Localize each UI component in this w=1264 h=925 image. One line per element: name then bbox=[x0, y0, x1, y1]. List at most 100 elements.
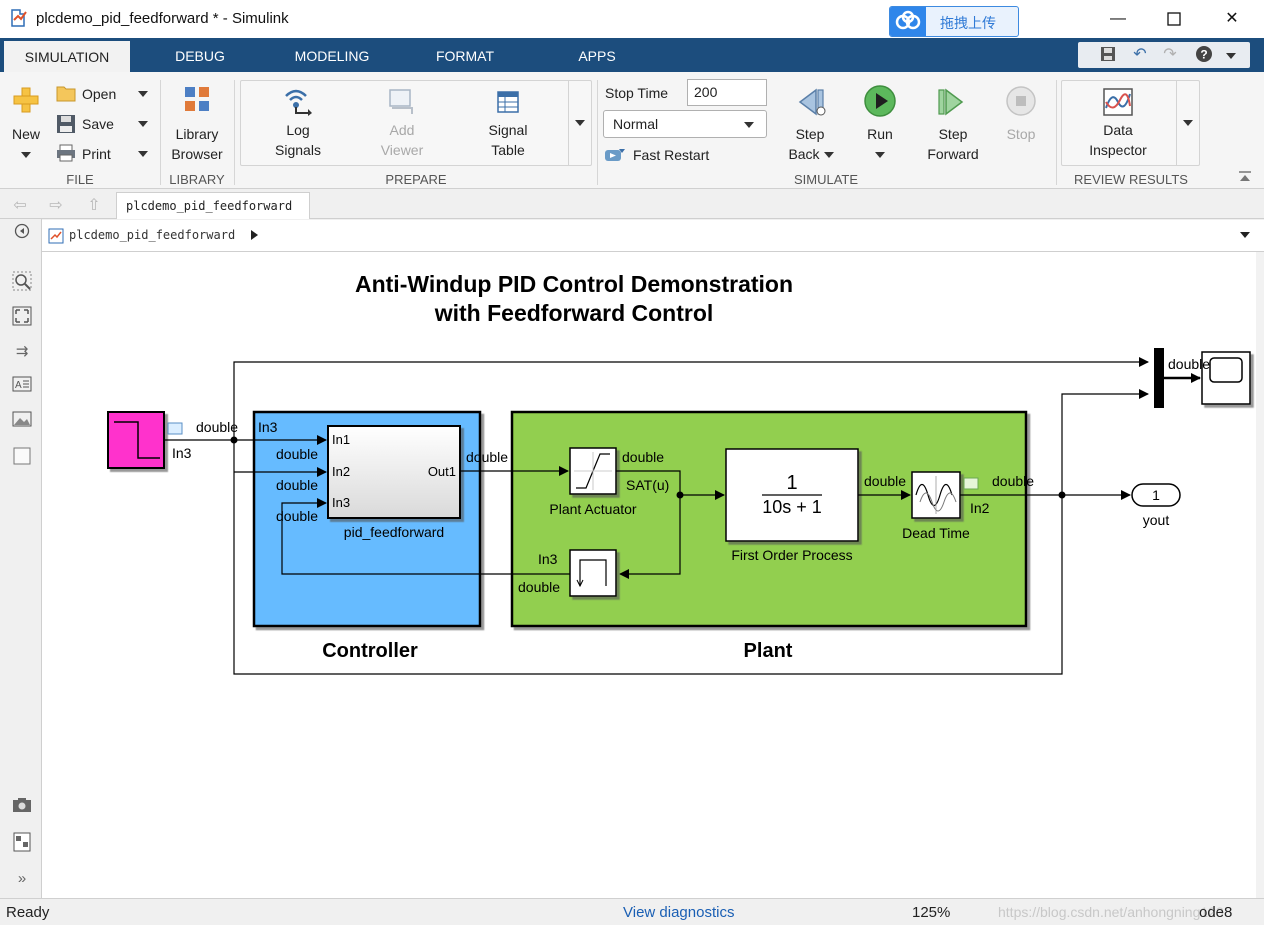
signal-type-label: double bbox=[622, 449, 664, 465]
expand-toolstrip-icon[interactable]: » bbox=[11, 868, 33, 890]
open-button[interactable]: Open bbox=[56, 82, 152, 106]
prepare-gallery-expand[interactable] bbox=[568, 80, 592, 166]
step-forward-button[interactable]: Step Forward bbox=[920, 82, 986, 168]
signal-type-label: double bbox=[466, 449, 508, 465]
fit-to-view-icon[interactable] bbox=[11, 306, 33, 328]
hide-browser-icon[interactable] bbox=[11, 223, 33, 245]
back-arrow-icon[interactable]: ⇦ bbox=[10, 195, 30, 214]
signal-line-output-to-mux[interactable] bbox=[1061, 389, 1149, 495]
view-diagnostics-link[interactable]: View diagnostics bbox=[623, 904, 734, 921]
redo-icon[interactable]: ↷ bbox=[1160, 45, 1180, 65]
add-viewer-line1: Add bbox=[389, 122, 415, 138]
signal-table-line1: Signal bbox=[488, 122, 528, 138]
log-signals-icon bbox=[285, 89, 312, 116]
data-inspector-button[interactable]: Data Inspector bbox=[1076, 82, 1160, 166]
new-label: New bbox=[11, 126, 40, 142]
signal-type-label: double bbox=[196, 419, 238, 435]
step-back-button[interactable]: Step Back bbox=[782, 82, 838, 168]
tab-modeling[interactable]: MODELING bbox=[282, 38, 382, 72]
library-browser-button[interactable]: Library Browser bbox=[164, 82, 230, 168]
pid-port-in3: In3 bbox=[332, 495, 350, 510]
step-back-line1: Step bbox=[795, 126, 825, 142]
data-inspector-icon bbox=[1103, 88, 1133, 116]
undo-icon[interactable]: ↶ bbox=[1130, 45, 1150, 65]
signal-type-label: double bbox=[992, 473, 1034, 489]
model-canvas[interactable]: Anti-Windup PID Control Demonstration wi… bbox=[42, 252, 1260, 898]
new-plus-icon bbox=[13, 87, 39, 113]
plant-in3-label: In3 bbox=[538, 551, 558, 567]
save-icon[interactable] bbox=[1098, 45, 1118, 65]
breadcrumb[interactable]: plcdemo_pid_feedforward bbox=[69, 228, 235, 242]
stop-button[interactable]: Stop bbox=[996, 82, 1046, 168]
fast-restart-icon bbox=[605, 149, 625, 161]
new-button[interactable]: New bbox=[6, 82, 46, 172]
run-button[interactable]: Run bbox=[852, 82, 908, 168]
tab-simulation[interactable]: SIMULATION bbox=[4, 38, 130, 72]
library-browser-line1: Library bbox=[175, 126, 219, 142]
save-label: Save bbox=[82, 116, 114, 132]
controller-label: Controller bbox=[322, 640, 418, 662]
group-divider bbox=[234, 80, 235, 185]
close-button[interactable]: ✕ bbox=[1212, 6, 1252, 32]
signal-arrows-icon[interactable]: ⇉ bbox=[11, 341, 33, 363]
log-signals-line2: Signals bbox=[275, 142, 321, 158]
chevron-down-icon[interactable] bbox=[138, 91, 148, 97]
chevron-down-icon[interactable] bbox=[1240, 232, 1250, 238]
area-icon[interactable] bbox=[11, 446, 33, 468]
pid-block-name: pid_feedforward bbox=[344, 524, 444, 540]
screenshot-icon[interactable] bbox=[11, 797, 33, 819]
chevron-right-icon[interactable] bbox=[251, 230, 258, 240]
forward-arrow-icon[interactable]: ⇨ bbox=[46, 195, 66, 214]
ribbon-body: New Open Save Print FILE Library Browser… bbox=[0, 72, 1264, 189]
chevron-down-icon[interactable] bbox=[138, 151, 148, 157]
step-forward-line1: Step bbox=[938, 126, 968, 142]
chevron-down-icon[interactable] bbox=[138, 121, 148, 127]
chevron-down-icon[interactable] bbox=[1226, 53, 1236, 59]
memory-block[interactable] bbox=[569, 549, 617, 597]
chevron-down-icon[interactable] bbox=[824, 152, 834, 158]
annotation-icon[interactable]: A bbox=[11, 376, 33, 398]
up-arrow-icon[interactable]: ⇧ bbox=[84, 195, 104, 214]
left-toolstrip: ⇉ A » bbox=[0, 219, 42, 899]
model-tab[interactable]: plcdemo_pid_feedforward bbox=[116, 192, 310, 219]
maximize-button[interactable] bbox=[1154, 6, 1194, 32]
cloud-upload-button[interactable]: 拖拽上传 bbox=[889, 6, 1019, 37]
signal-table-button[interactable]: Signal Table bbox=[472, 82, 544, 166]
pid-port-out1: Out1 bbox=[428, 464, 456, 479]
image-icon[interactable] bbox=[11, 411, 33, 433]
signal-type-label: double bbox=[276, 508, 318, 524]
print-button[interactable]: Print bbox=[56, 142, 152, 166]
solver-name[interactable]: ode8 bbox=[1199, 904, 1232, 921]
cloud-upload-label: 拖拽上传 bbox=[940, 15, 996, 31]
step-source-block[interactable] bbox=[107, 411, 165, 469]
chevron-down-icon[interactable] bbox=[21, 152, 31, 158]
controller-in3-label: In3 bbox=[258, 419, 278, 435]
quick-access-toolbar: ↶ ↷ ? bbox=[1078, 42, 1250, 68]
log-signals-button[interactable]: Log Signals bbox=[262, 82, 334, 166]
save-button[interactable]: Save bbox=[56, 112, 152, 136]
chevron-down-icon[interactable] bbox=[875, 152, 885, 158]
add-viewer-icon bbox=[389, 89, 413, 114]
collapse-ribbon-button[interactable] bbox=[1238, 170, 1256, 184]
stop-time-input[interactable]: 200 bbox=[687, 79, 767, 106]
tab-apps[interactable]: APPS bbox=[562, 38, 632, 72]
property-inspector-icon[interactable] bbox=[11, 832, 33, 854]
svg-text:?: ? bbox=[1200, 48, 1207, 62]
fast-restart-button[interactable]: Fast Restart bbox=[604, 144, 724, 166]
zoom-icon[interactable] bbox=[11, 271, 33, 293]
save-icon bbox=[57, 115, 75, 133]
vertical-scrollbar[interactable] bbox=[1256, 252, 1264, 898]
help-icon[interactable]: ? bbox=[1194, 45, 1214, 65]
review-gallery-expand[interactable] bbox=[1176, 80, 1200, 166]
mux-block[interactable] bbox=[1154, 348, 1164, 408]
zoom-level: 125% bbox=[912, 904, 951, 921]
minimize-button[interactable]: — bbox=[1098, 6, 1138, 32]
simulate-group-label: SIMULATE bbox=[793, 172, 859, 187]
pid-port-in1: In1 bbox=[332, 432, 350, 447]
simulation-mode-select[interactable]: Normal bbox=[603, 110, 767, 138]
tab-debug[interactable]: DEBUG bbox=[160, 38, 240, 72]
tab-format[interactable]: FORMAT bbox=[420, 38, 510, 72]
outport-name: yout bbox=[1143, 512, 1170, 528]
status-bar: Ready View diagnostics 125% https://blog… bbox=[0, 898, 1264, 925]
add-viewer-button[interactable]: Add Viewer bbox=[366, 82, 438, 166]
